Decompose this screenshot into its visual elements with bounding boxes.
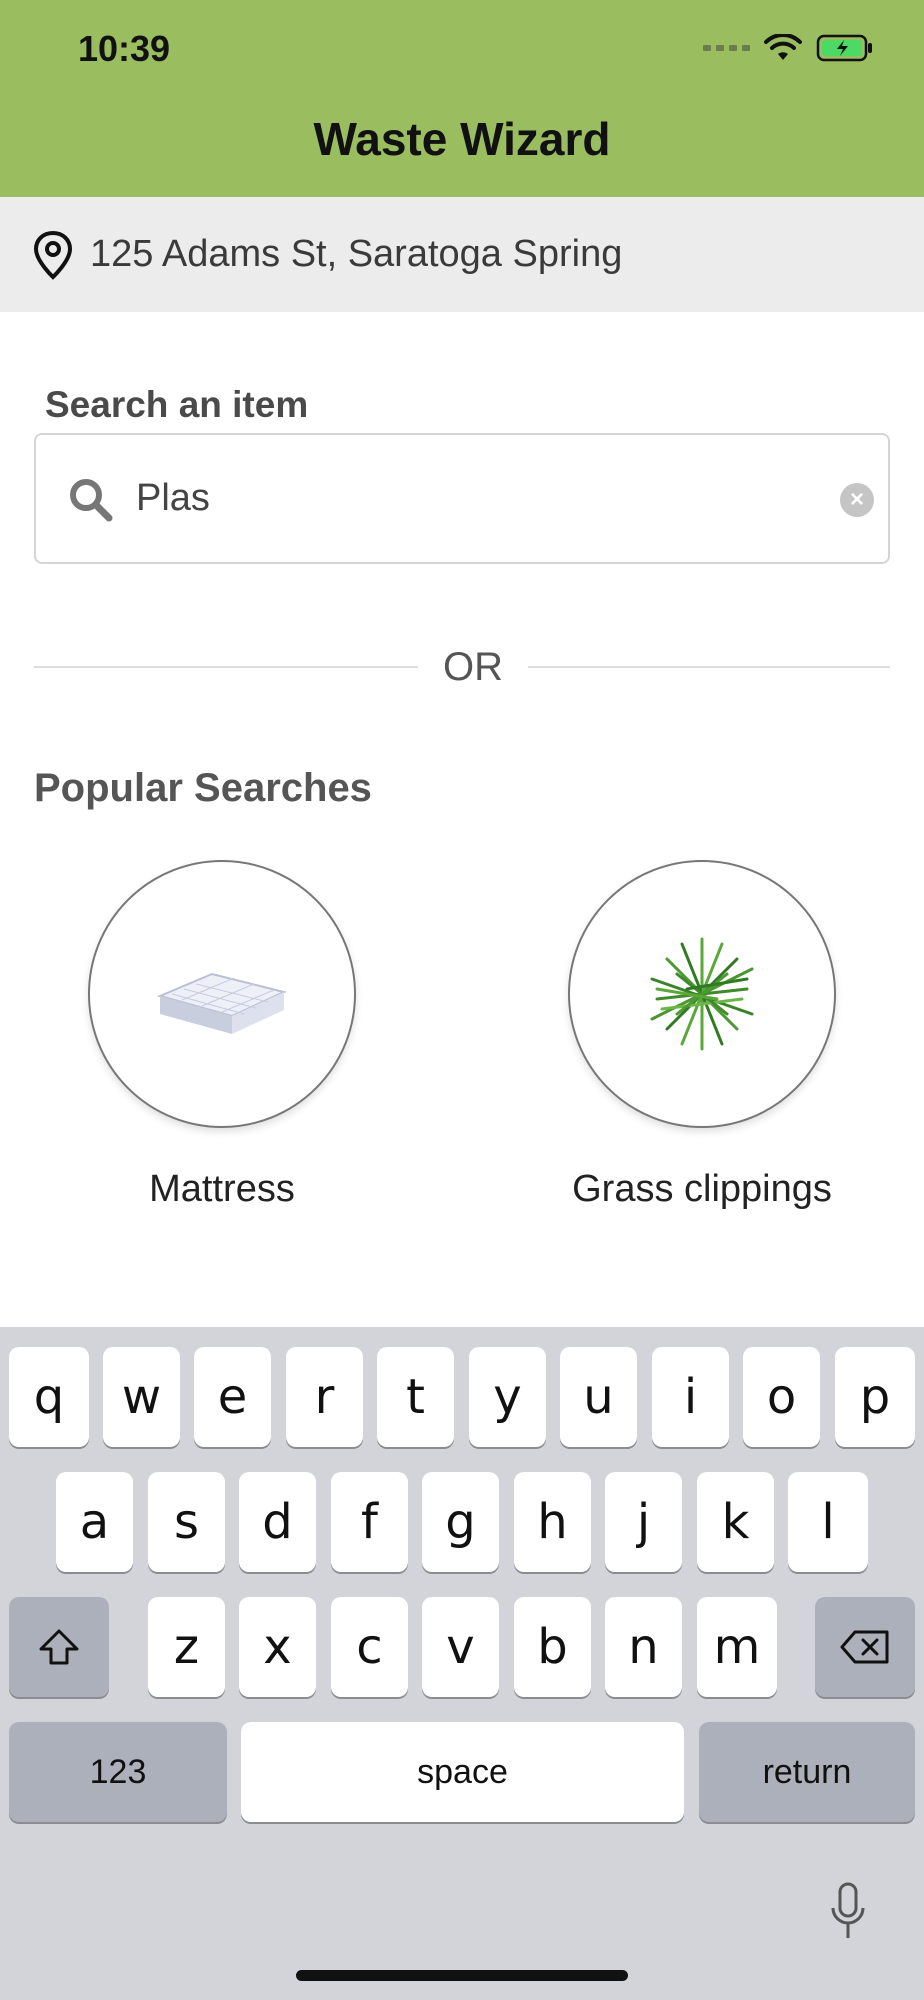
key-n[interactable]: n bbox=[605, 1597, 682, 1697]
wifi-icon bbox=[764, 34, 802, 60]
popular-item-mattress[interactable]: Mattress bbox=[62, 860, 382, 1211]
popular-item-circle[interactable] bbox=[568, 860, 836, 1128]
key-j[interactable]: j bbox=[605, 1472, 682, 1572]
popular-item-label: Mattress bbox=[149, 1168, 295, 1210]
cellular-signal-icon bbox=[703, 45, 750, 51]
key-u[interactable]: u bbox=[560, 1347, 637, 1447]
location-pin-icon bbox=[33, 230, 73, 280]
key-d[interactable]: d bbox=[239, 1472, 316, 1572]
key-x[interactable]: x bbox=[239, 1597, 316, 1697]
key-b[interactable]: b bbox=[514, 1597, 591, 1697]
mattress-icon bbox=[156, 972, 287, 1034]
search-box[interactable]: × bbox=[34, 433, 890, 564]
app-header: 10:39 Waste Wizard bbox=[0, 0, 924, 197]
key-c[interactable]: c bbox=[331, 1597, 408, 1697]
home-indicator bbox=[296, 1970, 628, 1981]
address-text: 125 Adams St, Saratoga Spring bbox=[90, 233, 623, 275]
divider-or-text: OR bbox=[443, 645, 503, 689]
key-q[interactable]: q bbox=[9, 1347, 89, 1447]
key-f[interactable]: f bbox=[331, 1472, 408, 1572]
popular-searches-title: Popular Searches bbox=[34, 766, 372, 810]
address-bar[interactable]: 125 Adams St, Saratoga Spring bbox=[0, 197, 924, 312]
numbers-key[interactable]: 123 bbox=[9, 1722, 227, 1822]
key-s[interactable]: s bbox=[148, 1472, 225, 1572]
key-r[interactable]: r bbox=[286, 1347, 363, 1447]
search-label: Search an item bbox=[45, 384, 309, 425]
page-title: Waste Wizard bbox=[313, 113, 611, 165]
battery-icon bbox=[816, 34, 872, 62]
shift-icon bbox=[39, 1629, 79, 1665]
key-p[interactable]: p bbox=[835, 1347, 915, 1447]
popular-item-circle[interactable] bbox=[88, 860, 356, 1128]
popular-item-label: Grass clippings bbox=[572, 1168, 832, 1210]
popular-item-grass-clippings[interactable]: Grass clippings bbox=[542, 860, 862, 1211]
key-z[interactable]: z bbox=[148, 1597, 225, 1697]
key-i[interactable]: i bbox=[652, 1347, 729, 1447]
grass-icon bbox=[650, 937, 754, 1051]
key-h[interactable]: h bbox=[514, 1472, 591, 1572]
delete-key[interactable] bbox=[815, 1597, 915, 1697]
search-input[interactable] bbox=[136, 477, 776, 520]
status-icons bbox=[703, 34, 874, 62]
key-y[interactable]: y bbox=[469, 1347, 546, 1447]
key-w[interactable]: w bbox=[103, 1347, 180, 1447]
key-a[interactable]: a bbox=[56, 1472, 133, 1572]
divider-line-left bbox=[34, 666, 418, 668]
clear-search-icon[interactable]: × bbox=[840, 483, 874, 517]
return-key[interactable]: return bbox=[699, 1722, 915, 1822]
microphone-icon[interactable] bbox=[828, 1880, 868, 1944]
key-o[interactable]: o bbox=[743, 1347, 820, 1447]
key-g[interactable]: g bbox=[422, 1472, 499, 1572]
divider-line-right bbox=[528, 666, 890, 668]
key-t[interactable]: t bbox=[377, 1347, 454, 1447]
key-m[interactable]: m bbox=[697, 1597, 777, 1697]
key-v[interactable]: v bbox=[422, 1597, 499, 1697]
search-icon bbox=[70, 478, 113, 521]
space-key[interactable]: space bbox=[241, 1722, 684, 1822]
key-l[interactable]: l bbox=[788, 1472, 868, 1572]
backspace-icon bbox=[840, 1630, 889, 1664]
status-time: 10:39 bbox=[78, 28, 171, 69]
shift-key[interactable] bbox=[9, 1597, 109, 1697]
key-e[interactable]: e bbox=[194, 1347, 271, 1447]
key-k[interactable]: k bbox=[697, 1472, 774, 1572]
